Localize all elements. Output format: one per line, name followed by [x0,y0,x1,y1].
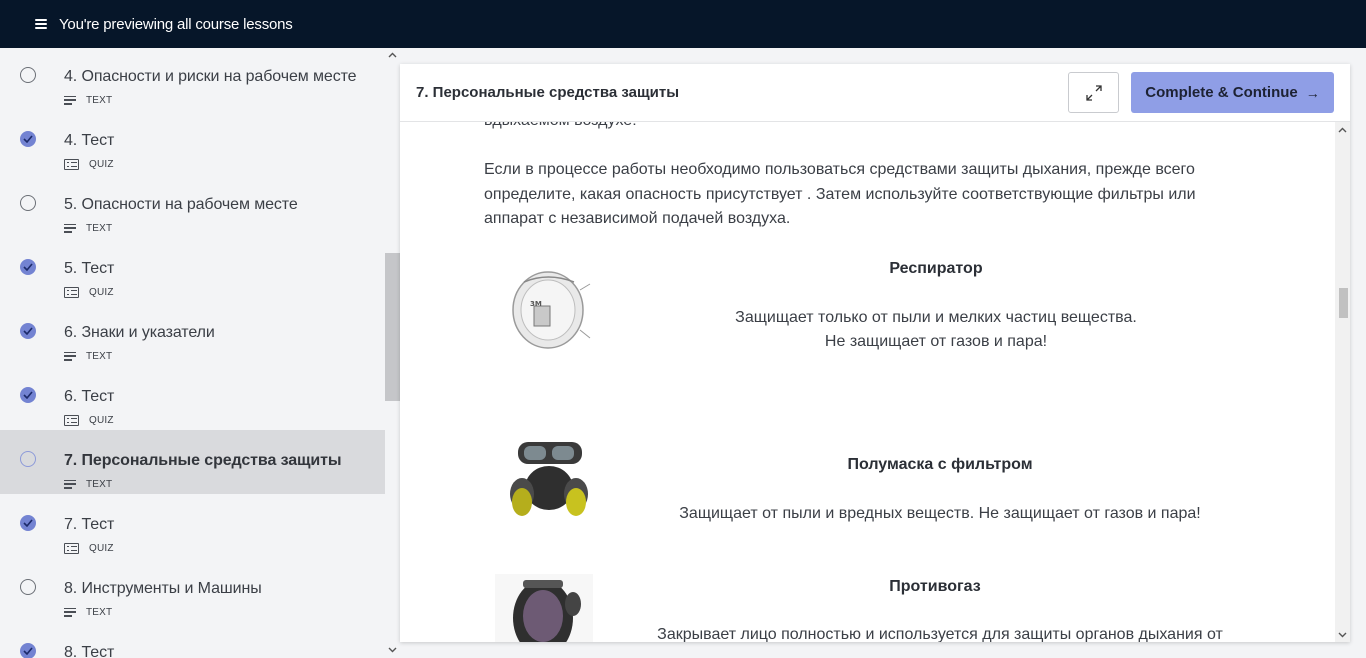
preview-notice: You're previewing all course lessons [59,15,293,33]
lesson-item[interactable]: 7. Тест QUIZ [0,494,385,558]
lesson-type-label: QUIZ [89,158,114,170]
respirator-image: 3M [512,271,591,349]
lesson-type: TEXT [64,222,112,234]
lesson-item[interactable]: 6. Знаки и указатели TEXT [0,302,385,366]
lesson-type: QUIZ [64,542,114,554]
content-scroll-down-icon[interactable] [1338,630,1347,639]
lesson-title: 8. Тест [64,644,115,658]
intro-paragraph: Если в процессе работы необходимо пользо… [484,161,1196,227]
lesson-type-label: TEXT [86,606,113,618]
incomplete-circle-icon [20,451,36,467]
lesson-type: TEXT [64,350,112,362]
hamburger-menu-icon[interactable] [35,19,47,29]
quiz-icon [64,286,79,298]
completed-check-icon [20,259,36,275]
complete-continue-button[interactable]: Complete & Continue → [1131,72,1334,113]
lesson-header: 7. Персональные средства защиты Complete… [400,64,1350,122]
lesson-type-label: QUIZ [89,286,114,298]
expand-icon [1086,85,1102,101]
fullscreen-button[interactable] [1068,72,1119,113]
lesson-title: 5. Опасности на рабочем месте [64,196,298,213]
lesson-title: 7. Персональные средства защиты [416,84,680,101]
incomplete-circle-icon [20,579,36,595]
text-lines-icon [64,351,76,361]
lesson-title: 7. Персональные средства защиты [64,452,342,469]
lesson-title: 7. Тест [64,516,115,533]
respirator-title: Респиратор [889,260,983,277]
lesson-item[interactable]: 7. Персональные средства защиты TEXT [0,430,385,494]
complete-label: Complete & Continue [1145,84,1298,101]
text-lines-icon [64,223,76,233]
lesson-title: 4. Опасности и риски на рабочем месте [64,68,357,85]
half-mask-title: Полумаска с фильтром [847,456,1033,473]
completed-check-icon [20,131,36,147]
text-lines-icon [64,607,76,617]
respirator-desc-1: Защищает только от пыли и мелких частиц … [735,309,1137,326]
lesson-title: 5. Тест [64,260,115,277]
lesson-title: 4. Тест [64,132,115,149]
lesson-item[interactable]: 4. Тест QUIZ [0,110,385,174]
svg-text:3M: 3M [530,300,542,308]
lesson-type-label: TEXT [86,478,113,490]
lesson-type: TEXT [64,478,112,490]
quiz-icon [64,542,79,554]
lesson-type-label: QUIZ [89,542,114,554]
content-scrollbar-thumb[interactable] [1339,288,1348,318]
lesson-content-panel: 7. Персональные средства защиты Complete… [400,64,1350,642]
lesson-type-label: TEXT [86,350,113,362]
lesson-type: TEXT [64,94,112,106]
half-mask-image [510,442,588,516]
quiz-icon [64,158,79,170]
lesson-type-label: TEXT [86,222,113,234]
completed-check-icon [20,387,36,403]
lesson-sidebar: 4. Опасности и риски на рабочем месте TEX… [0,48,385,658]
lesson-body: вдыхаемом воздухе! Если в процессе работ… [400,122,1335,642]
incomplete-circle-icon [20,195,36,211]
course-preview-bar: You're previewing all course lessons [0,0,1366,48]
lesson-item[interactable]: 4. Опасности и риски на рабочем месте TEX… [0,48,385,110]
lesson-type: QUIZ [64,414,114,426]
text-lines-icon [64,95,76,105]
lesson-type: QUIZ [64,286,114,298]
scroll-down-arrow-icon[interactable] [388,645,397,654]
text-lines-icon [64,479,76,489]
scroll-up-arrow-icon[interactable] [388,51,397,60]
sidebar-scrollbar-thumb[interactable] [385,253,400,401]
content-scrollbar[interactable] [1335,122,1350,642]
quiz-icon [64,414,79,426]
incomplete-circle-icon [20,67,36,83]
completed-check-icon [20,515,36,531]
lesson-item[interactable]: 6. Тест QUIZ [0,366,385,430]
lesson-item[interactable]: 5. Тест QUIZ [0,238,385,302]
lesson-item[interactable]: 8. Инструменты и Машины TEXT [0,558,385,622]
gas-mask-image [495,574,593,642]
content-scroll-up-icon[interactable] [1338,126,1347,135]
lesson-type: TEXT [64,606,112,618]
gas-mask-title: Противогаз [889,578,981,595]
lesson-item[interactable]: 5. Опасности на рабочем месте TEXT [0,174,385,238]
lesson-item[interactable]: 8. ТестQUIZ [0,622,385,658]
respirator-desc-2: Не защищает от газов и пара! [824,333,1048,350]
arrow-right-icon: → [1305,84,1320,101]
lesson-title: 6. Знаки и указатели [64,324,215,341]
lesson-type-label: QUIZ [89,414,114,426]
half-mask-desc: Защищает от пыли и вредных веществ. Не з… [679,505,1201,522]
completed-check-icon [20,643,36,658]
lesson-type-label: TEXT [86,94,113,106]
lesson-title: 8. Инструменты и Машины [64,580,262,597]
gas-mask-desc: Закрывает лицо полностью и используется … [657,626,1223,642]
completed-check-icon [20,323,36,339]
lesson-title: 6. Тест [64,388,115,405]
lesson-type: QUIZ [64,158,114,170]
cut-off-text: вдыхаемом воздухе! [484,122,637,130]
